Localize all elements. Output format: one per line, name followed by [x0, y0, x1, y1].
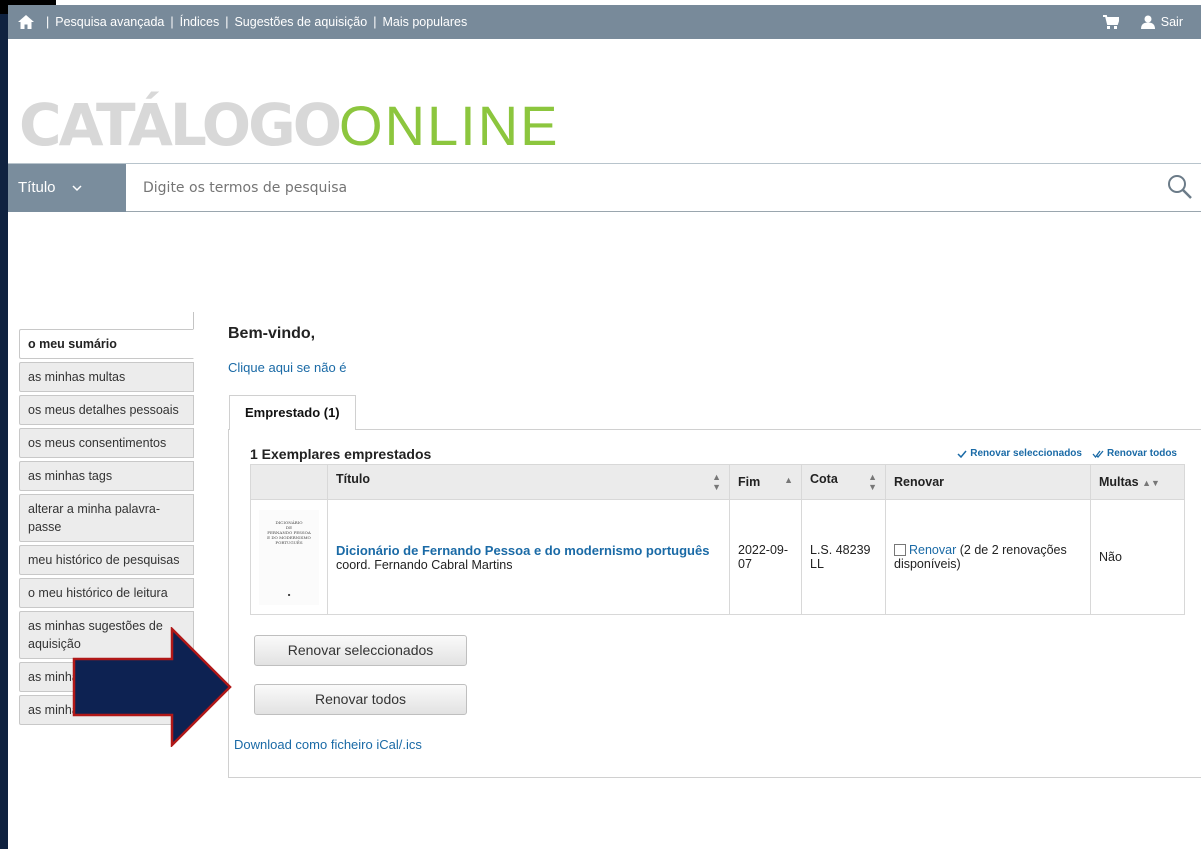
sidebar-item-reading-history[interactable]: o meu histórico de leitura — [19, 578, 194, 608]
search-bar: Título — [8, 163, 1201, 212]
renew-selected-label: Renovar seleccionados — [970, 448, 1082, 459]
table-header-row: Título ▲ ▼ Fim ▲ Cota ▲ ▼ Renovar Multas ▲▼ — [250, 464, 1185, 500]
sidebar-item-tags[interactable]: as minhas tags — [19, 461, 194, 491]
book-cover-image[interactable]: DICIONÁRIO DE FERNANDO PESSOA E DO MODER… — [259, 509, 319, 605]
column-header-due[interactable]: Fim ▲ — [729, 464, 802, 500]
cart-icon[interactable] — [1102, 15, 1119, 29]
sort-asc-icon: ▲ — [784, 475, 793, 485]
welcome-heading: Bem-vindo, — [228, 325, 316, 342]
cover-cell: DICIONÁRIO DE FERNANDO PESSOA E DO MODER… — [250, 499, 328, 615]
sidebar-item-search-history[interactable]: meu histórico de pesquisas — [19, 545, 194, 575]
window-frame-edge — [0, 0, 8, 849]
user-icon — [1140, 15, 1155, 29]
nav-link-most-popular[interactable]: Mais populares — [382, 15, 467, 29]
renew-checkbox[interactable] — [894, 544, 906, 556]
renew-all-button[interactable]: Renovar todos — [254, 684, 467, 715]
book-author: coord. Fernando Cabral Martins — [336, 557, 513, 572]
nav-separator: | — [225, 15, 229, 29]
arrow-annotation-icon — [72, 627, 232, 747]
column-header-callno[interactable]: Cota ▲ ▼ — [801, 464, 886, 500]
search-type-select[interactable]: Título — [8, 163, 126, 212]
checkouts-table: Título ▲ ▼ Fim ▲ Cota ▲ ▼ Renovar Multas ▲▼ D… — [250, 464, 1185, 615]
panel-actions: Renovar seleccionados Renovar todos — [957, 448, 1177, 459]
search-icon[interactable] — [1167, 174, 1193, 200]
double-check-icon — [1092, 450, 1104, 458]
column-header-fines[interactable]: Multas ▲▼ — [1090, 464, 1185, 500]
sidebar-item-fines[interactable]: as minhas multas — [19, 362, 194, 392]
nav-separator: | — [46, 15, 50, 29]
top-nav-bar: | Pesquisa avançada | Índices | Sugestõe… — [8, 5, 1201, 39]
sidebar-item-consents[interactable]: os meus consentimentos — [19, 428, 194, 458]
nav-link-indexes[interactable]: Índices — [180, 15, 220, 29]
checkouts-title: 1 Exemplares emprestados — [250, 446, 432, 462]
logo-light-text: ONLINE — [339, 94, 560, 157]
renew-selected-link[interactable]: Renovar seleccionados — [957, 448, 1082, 459]
home-icon[interactable] — [18, 15, 34, 29]
fines-cell: Não — [1090, 499, 1185, 615]
book-title-link[interactable]: Dicionário de Fernando Pessoa e do moder… — [336, 543, 709, 558]
catalog-logo[interactable]: CATÁLOGOONLINE — [19, 90, 560, 161]
column-header-renew[interactable]: Renovar — [885, 464, 1091, 500]
column-header-cover — [250, 464, 328, 500]
top-nav-right: Sair — [1102, 15, 1201, 29]
title-cell: Dicionário de Fernando Pessoa e do moder… — [327, 499, 730, 615]
column-header-title[interactable]: Título ▲ ▼ — [327, 464, 730, 500]
nav-separator: | — [170, 15, 174, 29]
nav-link-purchase-suggestions[interactable]: Sugestões de aquisição — [234, 15, 367, 29]
renew-link[interactable]: Renovar — [909, 543, 956, 557]
checkouts-panel: 1 Exemplares emprestados Renovar selecci… — [228, 429, 1201, 778]
sidebar-item-change-password[interactable]: alterar a minha palavra-passe — [19, 494, 194, 542]
due-date-cell: 2022-09-07 — [729, 499, 802, 615]
sidebar-item-personal-details[interactable]: os meus detalhes pessoais — [19, 395, 194, 425]
renew-all-link[interactable]: Renovar todos — [1092, 448, 1177, 459]
nav-separator: | — [373, 15, 377, 29]
check-icon — [957, 450, 967, 458]
logout-link[interactable]: Sair — [1161, 15, 1183, 29]
sort-icon: ▲▼ — [1142, 478, 1160, 488]
renew-all-label: Renovar todos — [1106, 448, 1177, 459]
callno-cell: L.S. 48239 LL — [801, 499, 886, 615]
sidebar-top-border — [19, 312, 194, 329]
logo-bold-text: CATÁLOGO — [19, 91, 342, 159]
ical-download-link[interactable]: Download como ficheiro iCal/.ics — [234, 737, 422, 752]
top-nav-links: | Pesquisa avançada | Índices | Sugestõe… — [8, 15, 467, 29]
sidebar-item-summary[interactable]: o meu sumário — [19, 329, 194, 359]
renew-selected-button[interactable]: Renovar seleccionados — [254, 635, 467, 666]
search-input[interactable] — [126, 167, 1026, 208]
chevron-down-icon — [71, 184, 82, 191]
renew-cell: Renovar (2 de 2 renovações disponíveis) — [885, 499, 1091, 615]
sort-icon: ▲▼ — [868, 472, 877, 492]
nav-link-advanced-search[interactable]: Pesquisa avançada — [55, 15, 164, 29]
table-row: DICIONÁRIO DE FERNANDO PESSOA E DO MODER… — [250, 499, 1185, 615]
not-me-link[interactable]: Clique aqui se não é — [228, 360, 347, 375]
sort-icon: ▲▼ — [712, 472, 721, 492]
search-type-label: Título — [18, 179, 56, 196]
tab-checked-out[interactable]: Emprestado (1) — [229, 395, 356, 430]
